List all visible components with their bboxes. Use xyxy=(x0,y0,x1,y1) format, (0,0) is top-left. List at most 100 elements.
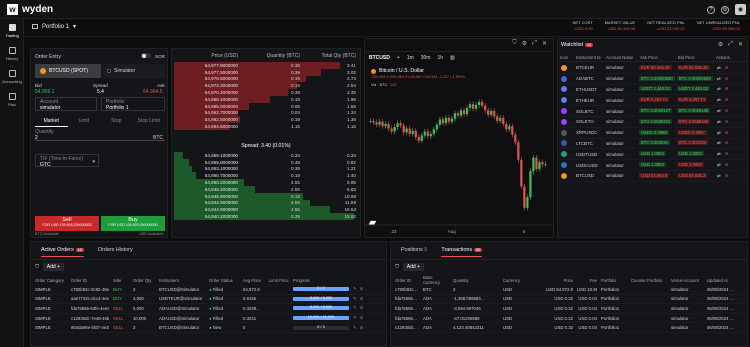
watchlist-col-header[interactable]: Instrument Id xyxy=(574,55,604,60)
transactions-col-header[interactable]: Currency xyxy=(499,278,525,283)
bid-price[interactable]: USDT 2,440.02 xyxy=(677,86,710,92)
transactions-col-header[interactable]: Venue Account xyxy=(667,278,703,283)
orders-col-header[interactable]: Progress xyxy=(289,278,353,283)
order-book-row[interactable]: 54,948.2000000 4.55 6.83 xyxy=(174,185,358,193)
bid-price[interactable]: USD 1.0003 xyxy=(677,151,704,157)
watchlist-row[interactable]: BTCUSD simulator USD 54,964.5 USD 54,935.3 ⇄… xyxy=(558,171,747,182)
trade-icon[interactable]: ⇄ xyxy=(717,162,721,168)
transactions-col-header[interactable]: Quantity xyxy=(449,278,499,283)
remove-icon[interactable]: ⊖ xyxy=(725,151,729,157)
watchlist-col-header[interactable]: Ask Price xyxy=(638,55,676,60)
remove-icon[interactable]: ⊖ xyxy=(725,76,729,82)
buy-button[interactable]: Buy FOR USD 109,929,000000000 xyxy=(101,216,165,231)
table-row[interactable]: fda75565… ADA -3,594.967046 USD USD 0.32 USD … xyxy=(391,304,747,314)
order-book-row[interactable]: 54,955.0000000 0.48 0.82 xyxy=(174,158,358,166)
trade-icon[interactable]: ⇄ xyxy=(717,65,721,71)
edit-icon[interactable]: ✎ xyxy=(353,305,357,311)
trade-icon[interactable]: ⇄ xyxy=(717,97,721,103)
help-icon[interactable]: ? xyxy=(707,5,715,14)
remove-icon[interactable]: ⊖ xyxy=(725,97,729,103)
edit-icon[interactable]: ✎ xyxy=(353,315,357,321)
table-row[interactable]: SIMPLE fda75565-53fe-4ee8-b… SELL 5,000 ADAU… xyxy=(31,304,386,314)
ask-price[interactable]: USDT 2,440.03 xyxy=(639,86,672,92)
watchlist-row[interactable]: BTCEUR simulator EUR 50,635.39 EUR 50,635.3… xyxy=(558,63,747,74)
order-book-row[interactable]: 54,962.7000000 0.04 1.34 xyxy=(174,109,358,117)
ask-price[interactable]: BTC 0.00000590 xyxy=(639,75,675,81)
orders-col-header[interactable]: Order Category xyxy=(31,278,67,283)
gear-icon[interactable]: ⚙ xyxy=(718,41,723,48)
watchlist-col-header[interactable]: Actions xyxy=(714,55,744,60)
watchlist-col-header[interactable]: Bid Price xyxy=(676,55,714,60)
add-filter-button[interactable]: Add + xyxy=(42,263,64,271)
watchlist-row[interactable]: SOLETH simulator ETH 0.0568431 ETH 0.056843… xyxy=(558,117,747,128)
ask-price[interactable]: USD 54,964.5 xyxy=(639,172,670,178)
settings-icon[interactable]: ⚙ xyxy=(721,5,729,14)
tab-positions[interactable]: Positions 5 xyxy=(401,247,427,257)
portfolio-selector[interactable]: Portfolio 1 ▾ xyxy=(32,23,76,30)
bid-price[interactable]: BTC 0.00000589 xyxy=(677,75,713,81)
ask-price[interactable]: USD 1.0003 xyxy=(639,162,666,168)
candle-icon[interactable]: ▥ xyxy=(450,55,455,61)
order-book-row[interactable]: 54,959.1000000 0.34 0.34 xyxy=(174,152,358,159)
transactions-col-header[interactable]: Portfolio xyxy=(597,278,627,283)
order-book-row[interactable]: 54,977.8000000 0.39 3.41 xyxy=(174,62,358,69)
table-row[interactable]: c12930dc… ADA 4,123.40842311 USD USD 0.32 USD… xyxy=(391,323,747,333)
tab-stop[interactable]: Stop xyxy=(100,118,133,127)
portfolio-select[interactable]: Portfolio Portfolio 1 xyxy=(101,97,165,111)
account-select[interactable]: Account simulator xyxy=(35,97,97,111)
edit-icon[interactable]: ✎ xyxy=(353,325,357,331)
sidebar-item-trading[interactable]: Trading xyxy=(0,19,24,42)
table-row[interactable]: SIMPLE c12930dc-7e48-46b4-a… SELL 10,000 ADA… xyxy=(31,314,386,324)
sell-button[interactable]: Sell FOR USD 109,918,200000000 xyxy=(35,216,99,231)
sor-toggle[interactable] xyxy=(141,53,151,58)
watchlist-row[interactable]: USDCUSD simulator USD 1.0003 USD 1.0002 ⇄ ⊖ xyxy=(558,160,747,171)
tab-orders-history[interactable]: Orders History xyxy=(98,247,133,257)
order-book-row[interactable]: 54,953.1000000 0.39 1.21 xyxy=(174,165,358,173)
orders-col-header[interactable]: Limit Price xyxy=(265,278,289,283)
bid-price[interactable]: BTC 0.001033 xyxy=(677,140,709,146)
expand-icon[interactable]: ⤢ xyxy=(532,40,537,47)
edit-icon[interactable]: ✎ xyxy=(353,296,357,302)
tab-stop-limit[interactable]: Stop Limit xyxy=(133,118,166,127)
tab-transactions[interactable]: Transactions 50 xyxy=(441,247,483,257)
watchlist-row[interactable]: SOLBTC simulator BTC 0.0029137 BTC 0.002913… xyxy=(558,106,747,117)
trade-icon[interactable]: ⇄ xyxy=(717,130,721,136)
filter-icon[interactable]: ⛉ xyxy=(512,40,517,47)
watchlist-row[interactable]: XRPUSDC simulator USDC 0.4968 USDC 0.4967 ⇄ ⊖ xyxy=(558,128,747,139)
order-book-row[interactable]: 54,950.7000000 0.19 1.40 xyxy=(174,172,358,180)
remove-icon[interactable]: ⊖ xyxy=(725,108,729,114)
order-book-row[interactable]: 54,976.5000000 0.19 2.73 xyxy=(174,75,358,83)
filter-icon[interactable]: ⛉ xyxy=(35,264,39,270)
transactions-col-header[interactable]: Price xyxy=(525,278,573,283)
cancel-icon[interactable]: ⊘ xyxy=(360,325,364,331)
order-book-row[interactable]: 54,968.1000000 0.19 1.96 xyxy=(174,95,358,103)
trade-icon[interactable]: ⇄ xyxy=(717,108,721,114)
watchlist-row[interactable]: ADABTC simulator BTC 0.00000590 BTC 0.00000… xyxy=(558,74,747,85)
orders-col-header[interactable]: Instrument xyxy=(155,278,205,283)
trade-icon[interactable]: ⇄ xyxy=(717,119,721,125)
ask-price[interactable]: EUR 2,267.71 xyxy=(639,97,670,103)
ask-price[interactable]: BTC 0.0029137 xyxy=(639,108,673,114)
bid-price[interactable]: EUR 50,635.38 xyxy=(677,64,710,70)
orders-col-header[interactable]: Avg Price xyxy=(239,278,265,283)
price-chart[interactable]: 23 Aug 6 xyxy=(365,89,553,239)
cancel-icon[interactable]: ⊘ xyxy=(360,286,364,292)
order-book-row[interactable]: 54,950.2000000 4.55 5.95 xyxy=(174,179,358,186)
simulator-selector[interactable]: Simulator xyxy=(103,64,165,78)
watchlist-row[interactable]: LTCBTC simulator BTC 0.001034 BTC 0.001033 ⇄… xyxy=(558,139,747,150)
table-row[interactable]: fda75565… ADA -47.01206988 USD USD 0.32 USD 0… xyxy=(391,314,747,324)
transactions-col-header[interactable]: Fee xyxy=(573,278,597,283)
tab-limit[interactable]: Limit xyxy=(68,118,101,127)
ask-price[interactable]: ETH 0.0568431 xyxy=(639,118,673,124)
order-book-row[interactable]: 54,965.0000000 0.08 1.56 xyxy=(174,102,358,110)
close-icon[interactable]: ✕ xyxy=(542,40,547,47)
watchlist-row[interactable]: ETHEUR simulator EUR 2,267.71 EUR 2,267.71 ⇄… xyxy=(558,95,747,107)
tif-select[interactable]: TIF (Time In Force) GTC ▾ xyxy=(35,154,99,168)
bid-price[interactable]: ETH 0.0568430 xyxy=(677,118,711,124)
order-book-row[interactable]: 54,944.6000000 4.55 15.53 xyxy=(174,206,358,214)
trade-icon[interactable]: ⇄ xyxy=(717,151,721,157)
ask-price[interactable]: EUR 50,635.39 xyxy=(639,64,672,70)
tab-market[interactable]: Market xyxy=(35,118,68,127)
cancel-icon[interactable]: ⊘ xyxy=(360,315,364,321)
order-book-row[interactable]: 54,970.2000000 0.39 2.35 xyxy=(174,89,358,96)
